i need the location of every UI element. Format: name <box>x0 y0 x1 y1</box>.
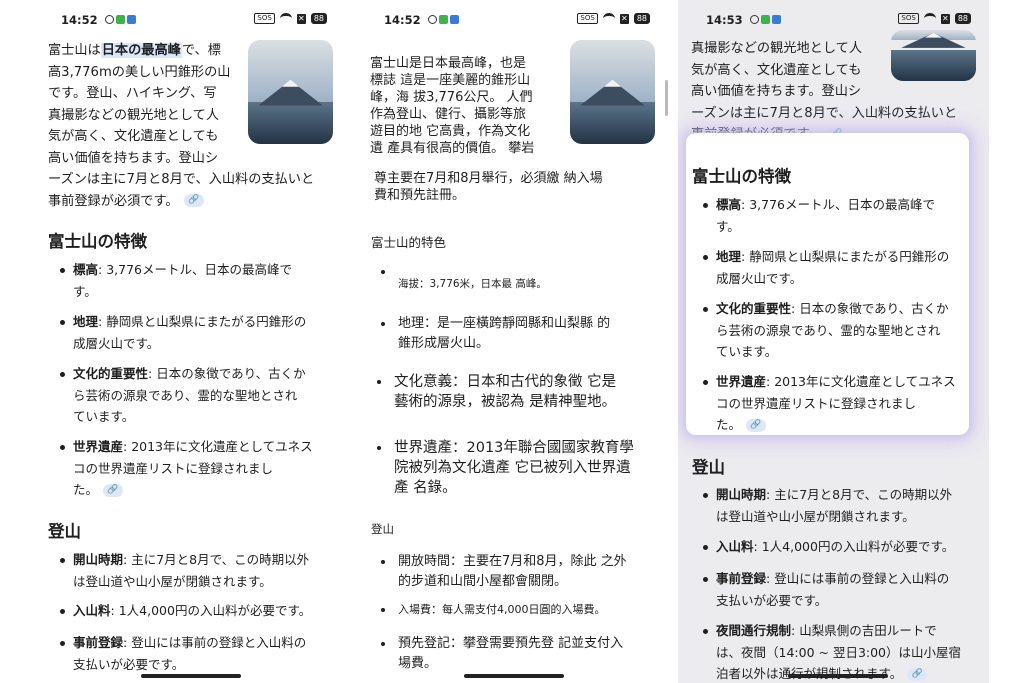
link-icon[interactable]: 🔗 <box>907 668 928 681</box>
section-heading-climbing: 登山 <box>48 522 81 541</box>
notification-icons <box>428 14 461 27</box>
list-item: 文化的重要性: 日本の象徴であり、古くか ら芸術の源泉であり、霊的な聖地とされ … <box>703 298 971 363</box>
app-icon <box>127 15 136 24</box>
status-time: 14:52 <box>61 13 98 27</box>
list-item: 地理: 静岡県と山梨県にまたがる円錐形の 成層火山です。 <box>703 246 971 289</box>
status-bar: 14:52 SOS ✕ 88 <box>33 9 345 31</box>
mount-fuji-image[interactable] <box>891 30 976 81</box>
list-item: 世界遺産: 2013年に文化遺産としてユネス コの世界遺産リストに登録されまし … <box>703 371 971 436</box>
highlighted-term[interactable]: 日本の最高峰 <box>100 43 182 58</box>
home-indicator[interactable] <box>141 674 241 678</box>
battery-icon: 88 <box>633 13 650 24</box>
info-icon <box>750 15 759 24</box>
x-icon: ✕ <box>940 13 950 24</box>
list-item: 入場費：每人需支付4,000日圓的入場費。 <box>381 600 606 620</box>
wifi-icon <box>602 13 615 24</box>
home-indicator[interactable] <box>788 674 888 678</box>
list-item: 事前登録: 登山には事前の登録と入山料の 支払いが必要です。 <box>60 632 335 675</box>
phone-screen-japanese: 14:52 SOS ✕ 88 富士山は日本の最高峰で、標 高3,776mの美しい… <box>33 0 345 683</box>
system-icons: SOS ✕ 88 <box>898 13 971 24</box>
sos-icon: SOS <box>898 13 919 24</box>
system-icons: SOS ✕ 88 <box>577 13 650 24</box>
link-icon[interactable]: 🔗 <box>183 194 204 207</box>
section-heading-features: 富士山の特徴 <box>48 232 147 251</box>
battery-icon: 88 <box>954 13 971 24</box>
mount-fuji-image[interactable] <box>570 40 655 144</box>
info-icon <box>105 15 114 24</box>
x-icon: ✕ <box>296 13 306 24</box>
app-icon <box>116 15 125 24</box>
phone-screen-translated: 14:52 SOS ✕ 88 富士山是日本最高峰，也是 標誌 這是一座美麗的錐形… <box>356 0 668 683</box>
list-item: 世界遺産: 2013年に文化遺産としてユネス コの世界遺産リストに登録されまし … <box>60 436 335 501</box>
list-item: 標高: 3,776メートル、日本の最高峰で す。 <box>60 259 335 302</box>
section-heading-climbing: 登山 <box>371 522 394 536</box>
section-heading-features: 富士山の特徴 <box>692 167 791 186</box>
list-item: 世界遺產：2013年聯合國國家教育學 院被列為文化遺產 它已被列入世界遺 產 名… <box>377 438 634 498</box>
notification-icons <box>105 14 138 27</box>
list-item: 事前登録: 登山には事前の登録と入山料の 支払いが必要です。 <box>703 568 976 611</box>
app-icon <box>772 15 781 24</box>
notification-icons <box>750 14 783 27</box>
wifi-icon <box>923 13 936 24</box>
list-item: 開山時期: 主に7月と8月で、この時期以外 は登山道や山小屋が閉鎖されます。 <box>703 484 976 527</box>
mount-fuji-image[interactable] <box>248 40 333 144</box>
app-icon <box>439 15 448 24</box>
list-item: 文化意義：日本和古代的象徵 它是 藝術的源泉，被認為 是精神聖地。 <box>377 372 616 412</box>
sos-icon: SOS <box>254 13 275 24</box>
list-item: 文化的重要性: 日本の象徴であり、古くか ら芸術の源泉であり、霊的な聖地とされ … <box>60 363 335 428</box>
info-icon <box>428 15 437 24</box>
translated-intro: 富士山是日本最高峰，也是 標誌 這是一座美麗的錐形山 峰，海 拔3,776公尺。… <box>370 56 535 156</box>
status-bar: 14:52 SOS ✕ 88 <box>356 9 668 31</box>
link-icon[interactable]: 🔗 <box>746 419 767 432</box>
list-item: 入山料: 1人4,000円の入山料が必要です。 <box>703 536 976 558</box>
battery-icon: 88 <box>310 13 327 24</box>
intro-paragraph: 富士山は日本の最高峰で、標 高3,776mの美しい円錐形の山 です。登山、ハイキ… <box>48 43 315 209</box>
list-item: 海拔：3,776米，日本最 高峰。 <box>381 262 547 294</box>
section-heading-climbing: 登山 <box>692 458 725 477</box>
x-icon: ✕ <box>619 13 629 24</box>
sos-icon: SOS <box>577 13 598 24</box>
status-time: 14:53 <box>706 13 743 27</box>
list-item: 入山料: 1人4,000円の入山料が必要です。 <box>60 600 335 622</box>
intro-paragraph: 真撮影などの観光地として人 気が高く、文化遺産としても 高い価値を持ちます。登山… <box>691 38 957 146</box>
home-indicator[interactable] <box>464 674 564 678</box>
list-item: 開放時間：主要在7月和8月，除此 之外 的步道和山間小屋都會關閉。 <box>381 552 627 592</box>
wifi-icon <box>279 13 292 24</box>
link-icon[interactable]: 🔗 <box>103 484 124 497</box>
list-item: 地理：是一座橫跨靜岡縣和山梨縣 的 錐形成層火山。 <box>381 314 610 354</box>
list-item: 標高: 3,776メートル、日本の最高峰で す。 <box>703 194 971 237</box>
app-icon <box>450 15 459 24</box>
system-icons: SOS ✕ 88 <box>254 13 327 24</box>
section-heading-features: 富士山的特色 <box>371 235 447 250</box>
app-icon <box>761 15 770 24</box>
scrollbar[interactable] <box>665 80 668 116</box>
phone-screen-selection: 14:53 SOS ✕ 88 真撮影などの観光地として人 気が高く、文化遺産とし… <box>678 0 989 683</box>
status-time: 14:52 <box>384 13 421 27</box>
list-item: 地理: 静岡県と山梨県にまたがる円錐形の 成層火山です。 <box>60 311 335 354</box>
list-item: 開山時期: 主に7月と8月で、この時期以外 は登山道や山小屋が閉鎖されます。 <box>60 549 335 592</box>
status-bar: 14:53 SOS ✕ 88 <box>678 9 989 31</box>
list-item: 預先登記：攀登需要預先登 記並支付入 場費。 <box>381 634 623 674</box>
translated-intro-continued: 尊主要在7月和8月舉行，必須繳 納入場 費和預先註冊。 <box>374 171 603 203</box>
